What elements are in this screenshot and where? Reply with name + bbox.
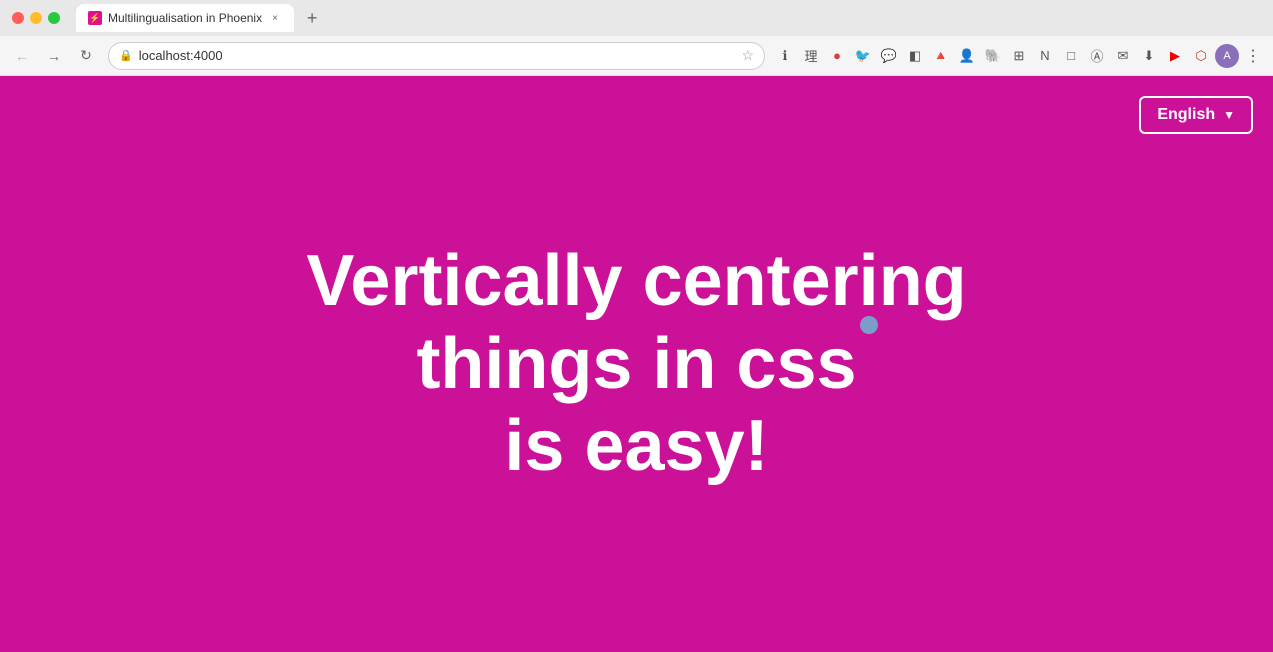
page-content: English ▼ Vertically centering things in… (0, 76, 1273, 652)
extension-toolbar: ℹ 理 ● 🐦 💬 ◧ 🔺 👤 🐘 ⊞ N □ Ⓐ ✉ ⬇ ▶ ⬡ A ⋮ (773, 44, 1265, 68)
box-extension-icon[interactable]: □ (1059, 44, 1083, 68)
toolbar: ← → ↻ 🔒 ☆ ℹ 理 ● 🐦 💬 ◧ 🔺 👤 🐘 ⊞ N □ Ⓐ ✉ ⬇ … (0, 36, 1273, 76)
maximize-window-button[interactable] (48, 12, 60, 24)
translate-extension-icon[interactable]: 理 (799, 44, 823, 68)
title-bar: Multilingualisation in Phoenix × + (0, 0, 1273, 36)
traffic-lights (12, 12, 60, 24)
tab-favicon-icon (88, 11, 102, 25)
address-bar-container[interactable]: 🔒 ☆ (108, 42, 765, 70)
lastpass-extension-icon[interactable]: Ⓐ (1085, 44, 1109, 68)
address-input[interactable] (139, 48, 736, 63)
trello-extension-icon[interactable]: 🔺 (929, 44, 953, 68)
language-label: English (1157, 106, 1215, 124)
tab-title: Multilingualisation in Phoenix (108, 11, 262, 25)
dropdown-arrow-icon: ▼ (1223, 108, 1235, 122)
download-extension-icon[interactable]: ⬇ (1137, 44, 1161, 68)
back-button[interactable]: ← (8, 42, 36, 70)
hero-text: Vertically centering things in css is ea… (187, 240, 1087, 488)
decorative-dot (860, 316, 878, 334)
user-extension-icon[interactable]: 👤 (955, 44, 979, 68)
forward-button[interactable]: → (40, 42, 68, 70)
security-lock-icon: 🔒 (119, 49, 133, 62)
tab-bar: Multilingualisation in Phoenix × + (76, 4, 1261, 32)
sidebar-extension-icon[interactable]: ◧ (903, 44, 927, 68)
tab-close-button[interactable]: × (268, 11, 282, 25)
browser-menu-button[interactable]: ⋮ (1241, 44, 1265, 68)
twitter-extension-icon[interactable]: 🐦 (851, 44, 875, 68)
close-window-button[interactable] (12, 12, 24, 24)
browser-tab[interactable]: Multilingualisation in Phoenix × (76, 4, 294, 32)
misc-extension-icon[interactable]: ⬡ (1189, 44, 1213, 68)
language-dropdown[interactable]: English ▼ (1139, 96, 1253, 134)
browser-frame: Multilingualisation in Phoenix × + ← → ↻… (0, 0, 1273, 652)
mail-extension-icon[interactable]: ✉ (1111, 44, 1135, 68)
profile-avatar[interactable]: A (1215, 44, 1239, 68)
elephant-extension-icon[interactable]: 🐘 (981, 44, 1005, 68)
video-extension-icon[interactable]: ▶ (1163, 44, 1187, 68)
bookmark-star-icon[interactable]: ☆ (741, 47, 754, 64)
refresh-button[interactable]: ↻ (72, 42, 100, 70)
opera-extension-icon[interactable]: ● (825, 44, 849, 68)
info-extension-icon[interactable]: ℹ (773, 44, 797, 68)
minimize-window-button[interactable] (30, 12, 42, 24)
chat-extension-icon[interactable]: 💬 (877, 44, 901, 68)
new-tab-button[interactable]: + (298, 4, 326, 32)
notion-extension-icon[interactable]: N (1033, 44, 1057, 68)
grid-extension-icon[interactable]: ⊞ (1007, 44, 1031, 68)
hero-line2: is easy! (504, 406, 768, 486)
